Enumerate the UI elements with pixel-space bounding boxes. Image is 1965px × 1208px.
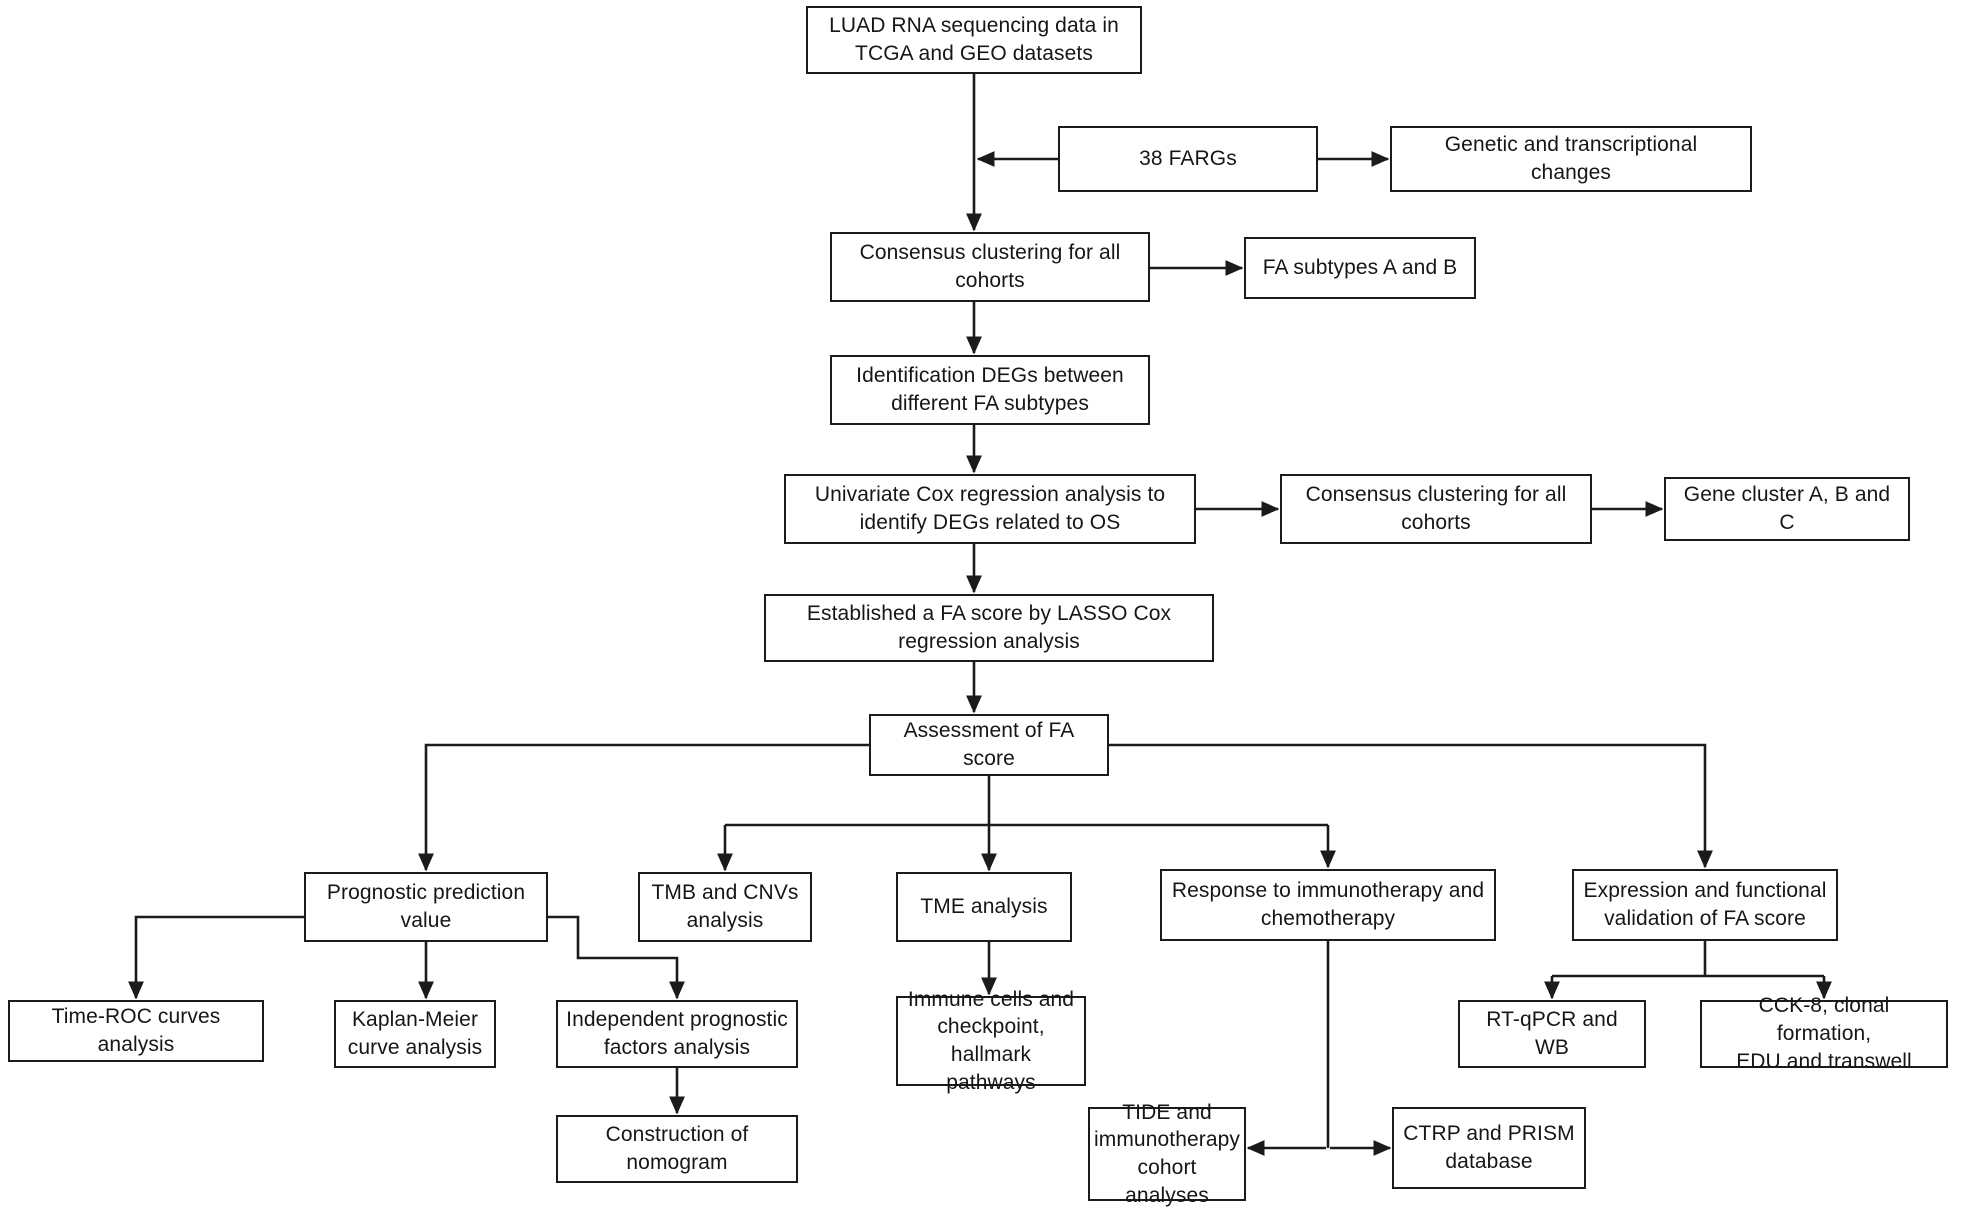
edge-assessment-to-prognostic [417, 743, 869, 872]
node-cck8-clonal-formation-edu-transwell: CCK-8, clonal formation, EDU and transwe… [1700, 994, 1948, 1073]
node-38-fargs: 38 FARGs [1058, 126, 1318, 192]
node-gene-cluster-a-b-c: Gene cluster A, B and C [1664, 477, 1910, 541]
node-established-fa-score-lasso: Established a FA score by LASSO Cox regr… [764, 594, 1214, 662]
node-consensus-clustering-all-cohorts-2: Consensus clustering for all cohorts [1280, 474, 1592, 544]
node-time-roc-curves-analysis: Time-ROC curves analysis [8, 1000, 264, 1062]
node-fa-subtypes-a-and-b: FA subtypes A and B [1244, 237, 1476, 299]
edge-prognostic-to-timeroc [127, 915, 304, 1000]
node-univariate-cox-regression: Univariate Cox regression analysis to id… [784, 474, 1196, 544]
node-expression-functional-validation: Expression and functional validation of … [1572, 869, 1838, 941]
node-tide-immunotherapy-cohort-analyses: TIDE and immunotherapy cohort analyses [1088, 1101, 1246, 1207]
node-consensus-clustering-all-cohorts-1: Consensus clustering for all cohorts [830, 232, 1150, 302]
node-independent-prognostic-factors-analysis: Independent prognostic factors analysis [556, 1000, 798, 1068]
edge-assessment-to-expression [1109, 743, 1714, 869]
node-identification-degs: Identification DEGs between different FA… [830, 355, 1150, 425]
node-construction-of-nomogram: Construction of nomogram [556, 1115, 798, 1183]
node-assessment-of-fa-score: Assessment of FA score [869, 714, 1109, 776]
node-rt-qpcr-and-wb: RT-qPCR and WB [1458, 1000, 1646, 1068]
node-prognostic-prediction-value: Prognostic prediction value [304, 872, 548, 942]
node-tmb-and-cnvs-analysis: TMB and CNVs analysis [638, 872, 812, 942]
node-response-to-immunotherapy-chemotherapy: Response to immunotherapy and chemothera… [1160, 869, 1496, 941]
node-luad-rna-sequencing-data: LUAD RNA sequencing data in TCGA and GEO… [806, 6, 1142, 74]
node-ctrp-and-prism-database: CTRP and PRISM database [1392, 1107, 1586, 1189]
node-tme-analysis: TME analysis [896, 872, 1072, 942]
node-kaplan-meier-curve-analysis: Kaplan-Meier curve analysis [334, 1000, 496, 1068]
node-genetic-and-transcriptional-changes: Genetic and transcriptional changes [1390, 126, 1752, 192]
node-immune-cells-checkpoint-hallmark: Immune cells and checkpoint, hallmark pa… [896, 988, 1086, 1094]
flowchart-canvas: LUAD RNA sequencing data in TCGA and GEO… [0, 0, 1965, 1208]
